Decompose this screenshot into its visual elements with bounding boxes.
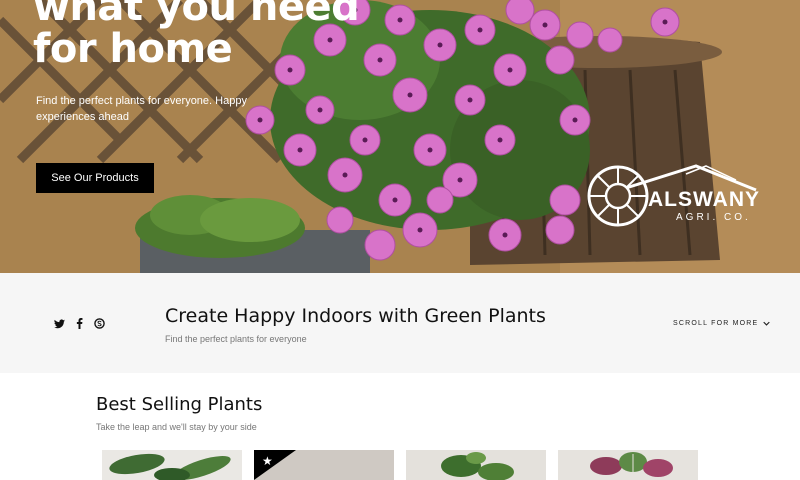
best-selling-title: Best Selling Plants [96, 394, 263, 415]
plant-image [102, 450, 242, 480]
plant-image [558, 450, 698, 480]
section-subtitle: Find the perfect plants for everyone [165, 334, 307, 344]
product-card[interactable] [406, 450, 546, 480]
intro-band: Create Happy Indoors with Green Plants F… [0, 273, 800, 373]
hero-title: what you need for home [33, 0, 393, 70]
logo-name: ALSWANY [648, 188, 760, 211]
product-card[interactable]: ★ [254, 450, 394, 480]
product-card[interactable] [102, 450, 242, 480]
see-our-products-button[interactable]: See Our Products [36, 163, 154, 193]
logo-tagline: AGRI. CO. [676, 212, 751, 223]
facebook-icon[interactable] [74, 318, 85, 329]
best-selling-subtitle: Take the leap and we'll stay by your sid… [96, 422, 257, 432]
scroll-label: SCROLL FOR MORE [673, 320, 759, 327]
twitter-icon[interactable] [54, 318, 65, 329]
product-card[interactable] [558, 450, 698, 480]
svg-text:★: ★ [262, 454, 273, 468]
plant-image: ★ [254, 450, 394, 480]
skype-icon[interactable] [94, 318, 105, 329]
section-title: Create Happy Indoors with Green Plants [165, 305, 546, 327]
hero-banner: what you need for home Find the perfect … [0, 0, 800, 273]
chevron-down-icon [763, 321, 771, 326]
plant-image [406, 450, 546, 480]
hero-title-line2: for home [33, 26, 233, 72]
hero-subtitle: Find the perfect plants for everyone. Ha… [36, 95, 247, 123]
hero-title-line1: what you need [33, 0, 360, 30]
product-grid: ★ [102, 450, 698, 480]
scroll-for-more-link[interactable]: SCROLL FOR MORE [673, 320, 771, 327]
social-links [54, 318, 105, 329]
